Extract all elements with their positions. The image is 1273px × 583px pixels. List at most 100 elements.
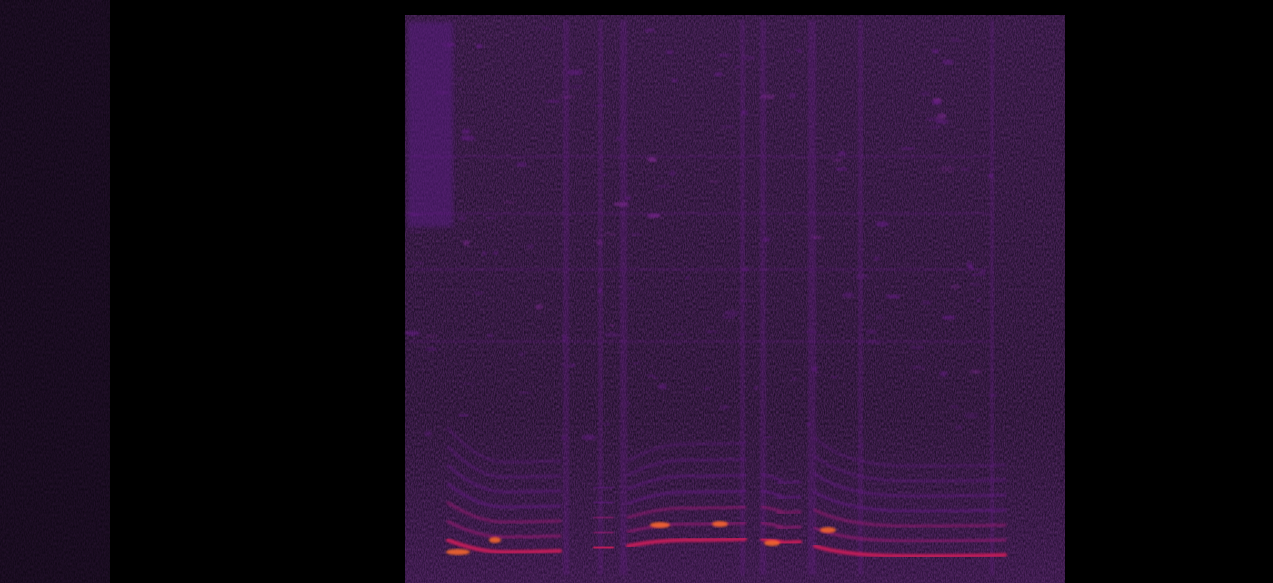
energy-blob — [685, 276, 690, 280]
energy-blob — [613, 202, 630, 207]
energy-blob — [503, 201, 516, 204]
harmonic-line — [593, 500, 614, 505]
energy-blob — [875, 314, 884, 320]
energy-blob — [526, 244, 535, 249]
energy-blob — [922, 300, 932, 305]
energy-blob — [517, 391, 533, 395]
energy-blob — [804, 330, 818, 334]
energy-blob — [942, 315, 956, 320]
energy-blob — [857, 444, 866, 448]
energy-blob — [708, 180, 719, 184]
transient-streak — [598, 20, 603, 575]
energy-blob — [939, 371, 948, 377]
frequency-band — [410, 268, 990, 271]
energy-blob — [785, 51, 790, 55]
energy-blob — [625, 196, 632, 200]
energy-blob — [608, 324, 615, 327]
energy-blob — [976, 298, 981, 303]
energy-blob — [567, 69, 583, 76]
energy-blob — [455, 77, 463, 81]
energy-blob — [764, 436, 773, 439]
energy-blob — [475, 43, 483, 49]
energy-blob — [625, 400, 631, 407]
energy-blob — [762, 237, 771, 242]
energy-blob — [790, 377, 798, 381]
energy-blob — [969, 282, 981, 287]
energy-blob — [928, 125, 942, 129]
energy-blob — [796, 48, 802, 53]
energy-blob — [654, 376, 658, 379]
energy-blob — [864, 339, 880, 345]
energy-blob — [885, 294, 901, 299]
energy-blob — [630, 233, 642, 236]
peak-spot — [712, 521, 728, 527]
energy-blob — [407, 230, 422, 233]
energy-blob — [733, 65, 740, 69]
energy-blob — [910, 365, 926, 370]
peak-spot — [650, 522, 670, 528]
energy-blob — [425, 347, 438, 351]
energy-blob — [561, 334, 567, 341]
peak-spot — [820, 527, 836, 533]
energy-blob — [632, 362, 641, 365]
energy-blob — [966, 262, 973, 268]
peak-spot — [446, 549, 470, 555]
energy-blob — [541, 26, 551, 31]
energy-blob — [447, 43, 455, 47]
energy-blob — [842, 292, 855, 298]
energy-blob — [865, 329, 878, 334]
energy-blob — [742, 267, 749, 272]
energy-blob — [931, 100, 942, 105]
energy-blob — [969, 369, 982, 374]
energy-blob — [545, 99, 562, 103]
energy-blob — [941, 59, 954, 65]
energy-blob — [835, 167, 848, 171]
energy-blob — [950, 284, 961, 290]
energy-blob — [560, 436, 567, 440]
energy-blob — [487, 333, 494, 338]
frequency-band — [410, 340, 990, 343]
energy-blob — [602, 173, 608, 176]
energy-blob — [569, 85, 583, 89]
energy-blob — [832, 158, 843, 162]
energy-blob — [955, 425, 963, 430]
energy-blob — [534, 304, 544, 310]
harmonic-line — [592, 545, 615, 551]
energy-blob — [939, 166, 956, 172]
energy-blob — [603, 422, 611, 426]
energy-blob — [740, 110, 749, 116]
energy-blob — [872, 256, 881, 261]
energy-blob — [742, 55, 756, 60]
energy-blob — [462, 240, 470, 246]
energy-blob — [716, 53, 732, 58]
energy-blob — [603, 232, 617, 236]
energy-blob — [837, 151, 847, 156]
energy-blob — [434, 90, 449, 95]
energy-blob — [482, 251, 487, 256]
frequency-band — [410, 212, 990, 215]
energy-blob — [658, 384, 667, 390]
energy-blob — [936, 113, 947, 119]
energy-blob — [404, 213, 421, 217]
energy-blob — [604, 331, 619, 338]
energy-blob — [935, 119, 949, 124]
energy-blob — [597, 288, 603, 294]
energy-blob — [960, 167, 972, 172]
transient-streak — [990, 20, 994, 575]
energy-blob — [515, 162, 528, 167]
energy-blob — [759, 94, 776, 100]
speech-grain — [405, 15, 1065, 583]
harmonic-line — [593, 485, 614, 490]
peak-spot — [764, 540, 780, 546]
energy-blob — [980, 269, 986, 275]
energy-blob — [779, 219, 792, 223]
energy-blob — [672, 333, 687, 336]
energy-blob — [459, 382, 475, 385]
harmonic-line — [593, 515, 614, 520]
energy-blob — [721, 316, 735, 319]
energy-blob — [559, 95, 575, 99]
energy-blob — [484, 216, 498, 220]
energy-blob — [581, 434, 597, 441]
energy-blob — [570, 363, 575, 367]
energy-blob — [647, 157, 657, 163]
